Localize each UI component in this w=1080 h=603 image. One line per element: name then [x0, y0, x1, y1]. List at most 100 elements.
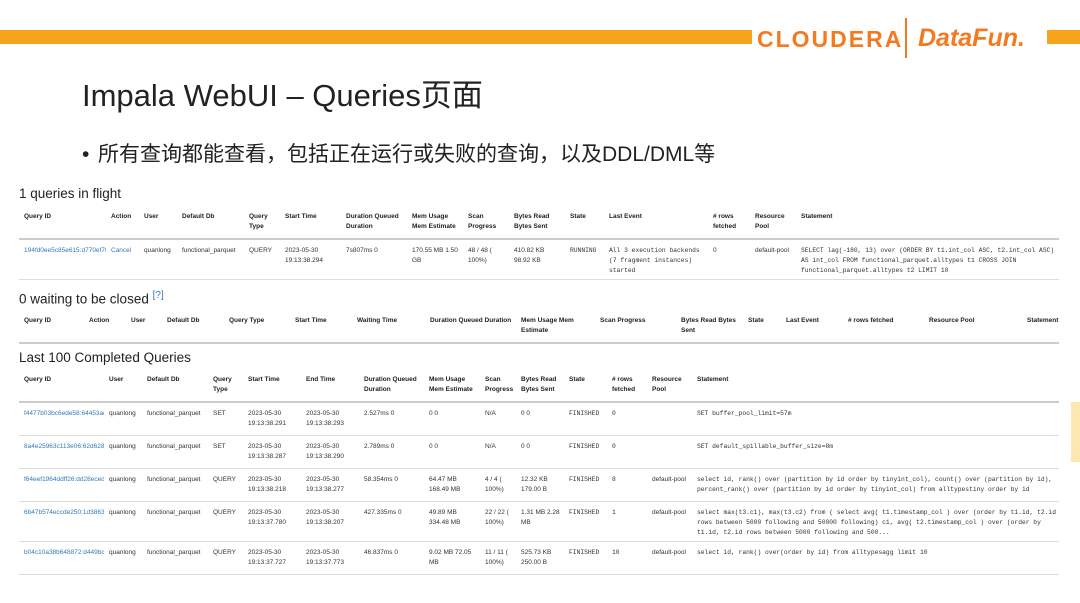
default-db-cell: functional_parquet [142, 402, 208, 437]
rows-fetched-cell: 0 [607, 435, 647, 470]
query-id-link[interactable]: f64eef1964ddff26:dd28eced00000000 [19, 468, 104, 503]
column-header: User [104, 371, 142, 404]
user-cell: quanlong [104, 402, 142, 437]
column-header: Action [84, 312, 126, 345]
waiting-table: Query ID Action User Default Db Query Type St… [19, 312, 1059, 345]
statement-cell: SELECT lag(-180, 13) over (ORDER BY t1.i… [796, 239, 1059, 281]
datafun-logo: DataFun. [918, 24, 1025, 52]
duration-cell: 7s807ms 0 [341, 239, 407, 281]
state-cell: FINISHED [564, 541, 607, 576]
bytes-cell: 0 0 [516, 402, 564, 437]
column-header: Resource Pool [924, 312, 1022, 345]
statement-cell: SET default_spillable_buffer_size=8m [692, 435, 1059, 470]
end-time-cell: 2023-05-30 19:13:37.773 [301, 541, 359, 576]
column-header: Bytes Read Bytes Sent [509, 208, 565, 241]
bytes-cell: 0 0 [516, 435, 564, 470]
column-header: Waiting Time [352, 312, 425, 345]
user-cell: quanlong [104, 435, 142, 470]
default-db-cell: functional_parquet [142, 541, 208, 576]
query-id-link[interactable]: f4477b03bc6ede58:64453ad200000000 [19, 402, 104, 437]
help-link[interactable]: [?] [153, 290, 164, 301]
state-cell: FINISHED [564, 402, 607, 437]
start-time-cell: 2023-05-30 19:13:37.727 [243, 541, 301, 576]
start-time-cell: 2023-05-30 19:13:37.780 [243, 501, 301, 543]
column-header: Query Type [224, 312, 290, 345]
statement-cell: select id, rank() over(order by id) from… [692, 541, 1059, 576]
table-row: f4477b03bc6ede58:64453ad200000000quanlon… [19, 402, 1059, 437]
table-row: f64eef1964ddff26:dd28eced00000000quanlon… [19, 468, 1059, 503]
user-cell: quanlong [104, 501, 142, 543]
column-header: Scan Progress [595, 312, 676, 345]
default-db-cell: functional_parquet [142, 435, 208, 470]
state-cell: RUNNING [565, 239, 604, 281]
column-header: Start Time [243, 371, 301, 404]
end-time-cell: 2023-05-30 19:13:38.290 [301, 435, 359, 470]
query-id-link[interactable]: 6b47b574eccde250:1d3863c800000000 [19, 501, 104, 543]
end-time-cell: 2023-05-30 19:13:38.277 [301, 468, 359, 503]
mem-usage-cell: 49.89 MB 334.48 MB [424, 501, 480, 543]
mem-usage-cell: 64.47 MB 168.49 MB [424, 468, 480, 503]
user-cell: quanlong [139, 239, 177, 281]
logo-separator [905, 18, 907, 58]
duration-cell: 2.789ms 0 [359, 435, 424, 470]
query-id-link[interactable]: b04c10a38b648872:d449bc3300000000 [19, 541, 104, 576]
column-header: # rows fetched [708, 208, 750, 241]
column-header: Default Db [177, 208, 244, 241]
column-header: Mem Usage Mem Estimate [516, 312, 595, 345]
state-cell: FINISHED [564, 435, 607, 470]
column-header: Action [106, 208, 139, 241]
user-cell: quanlong [104, 468, 142, 503]
start-time-cell: 2023-05-30 19:13:38.218 [243, 468, 301, 503]
column-header: Mem Usage Mem Estimate [424, 371, 480, 404]
resource-pool-cell: default-pool [647, 468, 692, 503]
bullet-text: 所有查询都能查看，包括正在运行或失败的查询，以及DDL/DML等 [98, 143, 716, 166]
table-row: b04c10a38b648872:d449bc3300000000quanlon… [19, 541, 1059, 576]
user-cell: quanlong [104, 541, 142, 576]
column-header: Query ID [19, 312, 84, 345]
statement-cell: select max(t3.c1), max(t3.c2) from ( sel… [692, 501, 1059, 543]
query-type-cell: QUERY [244, 239, 280, 281]
rows-fetched-cell: 10 [607, 541, 647, 576]
table-row: 6b47b574eccde250:1d3863c800000000quanlon… [19, 501, 1059, 543]
column-header: Start Time [280, 208, 341, 241]
statement-cell: select id, rank() over (partition by id … [692, 468, 1059, 503]
column-header: # rows fetched [843, 312, 924, 345]
column-header: Statement [692, 371, 1059, 404]
start-time-cell: 2023-05-30 19:13:38.294 [280, 239, 341, 281]
column-header: Resource Pool [647, 371, 692, 404]
column-header: Duration Queued Duration [425, 312, 516, 345]
query-id-link[interactable]: 8a4e25963c113e06:62d6284900000000 [19, 435, 104, 470]
column-header: Statement [1022, 312, 1059, 345]
scan-progress-cell: 48 / 48 ( 100%) [463, 239, 509, 281]
end-time-cell: 2023-05-30 19:13:38.207 [301, 501, 359, 543]
cancel-button[interactable]: Cancel [106, 239, 139, 281]
column-header: Default Db [142, 371, 208, 404]
default-db-cell: functional_parquet [142, 468, 208, 503]
table-row: 194fd0ee5c85e615:d770ef7000000000Cancelq… [19, 239, 1059, 281]
rows-fetched-cell: 1 [607, 501, 647, 543]
column-header: Last Event [604, 208, 708, 241]
in-flight-header-row: Query ID Action User Default Db Query Type St… [19, 208, 1059, 241]
waiting-heading-text: 0 waiting to be closed [19, 291, 149, 307]
column-header: Bytes Read Bytes Sent [516, 371, 564, 404]
column-header: Start Time [290, 312, 352, 345]
completed-heading: Last 100 Completed Queries [19, 350, 191, 365]
column-header: Duration Queued Duration [359, 371, 424, 404]
column-header: # rows fetched [607, 371, 647, 404]
rows-fetched-cell: 0 [607, 402, 647, 437]
query-type-cell: SET [208, 435, 243, 470]
column-header: Scan Progress [463, 208, 509, 241]
column-header: Query ID [19, 208, 106, 241]
scan-progress-cell: 11 / 11 ( 100%) [480, 541, 516, 576]
state-cell: FINISHED [564, 468, 607, 503]
state-cell: FINISHED [564, 501, 607, 543]
start-time-cell: 2023-05-30 19:13:38.287 [243, 435, 301, 470]
query-type-cell: QUERY [208, 468, 243, 503]
query-id-link[interactable]: 194fd0ee5c85e615:d770ef7000000000 [19, 239, 106, 281]
column-header: Query Type [244, 208, 280, 241]
bullet-dot-icon: • [82, 143, 90, 166]
resource-pool-cell: default-pool [750, 239, 796, 281]
column-header: Bytes Read Bytes Sent [676, 312, 743, 345]
duration-cell: 427.335ms 0 [359, 501, 424, 543]
column-header: State [564, 371, 607, 404]
